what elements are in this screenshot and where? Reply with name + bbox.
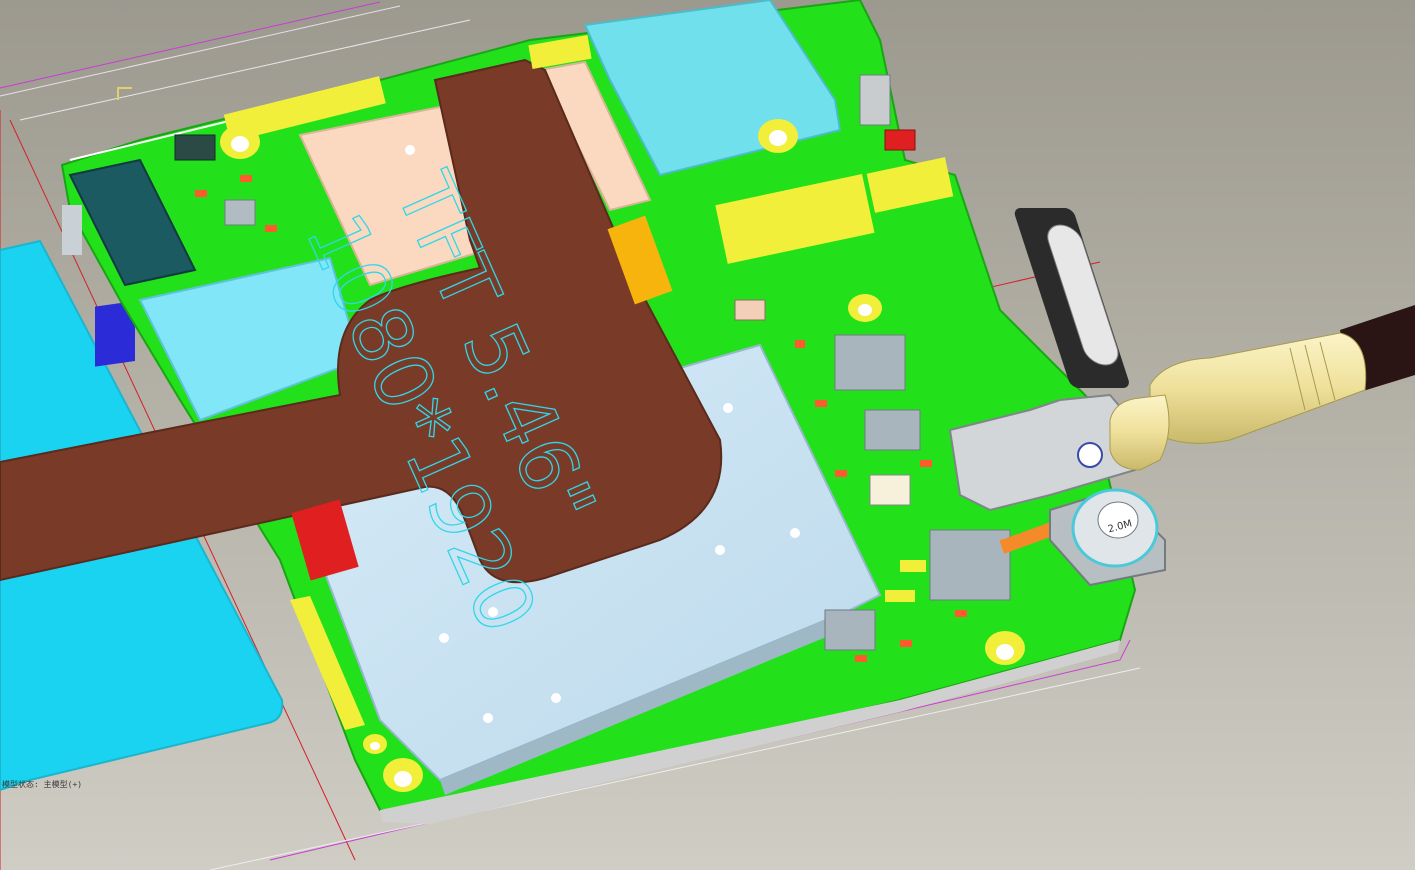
mounting-hole-icon [383, 758, 423, 792]
mounting-hole-icon [220, 125, 260, 159]
cable-plug [1109, 305, 1415, 471]
model-status-readout: 模型状态: 主模型(+) [2, 780, 83, 789]
mounting-hole-icon [363, 734, 387, 754]
cad-3d-viewport[interactable]: TFT 5.46" 1080*1920 2.0M 模型状态: 主模型(+) [0, 0, 1415, 870]
mounting-hole-icon [985, 631, 1025, 665]
mounting-hole-icon [848, 294, 882, 322]
pcb-3d-model[interactable]: TFT 5.46" 1080*1920 2.0M [0, 0, 1415, 870]
mounting-hole-icon [758, 119, 798, 153]
